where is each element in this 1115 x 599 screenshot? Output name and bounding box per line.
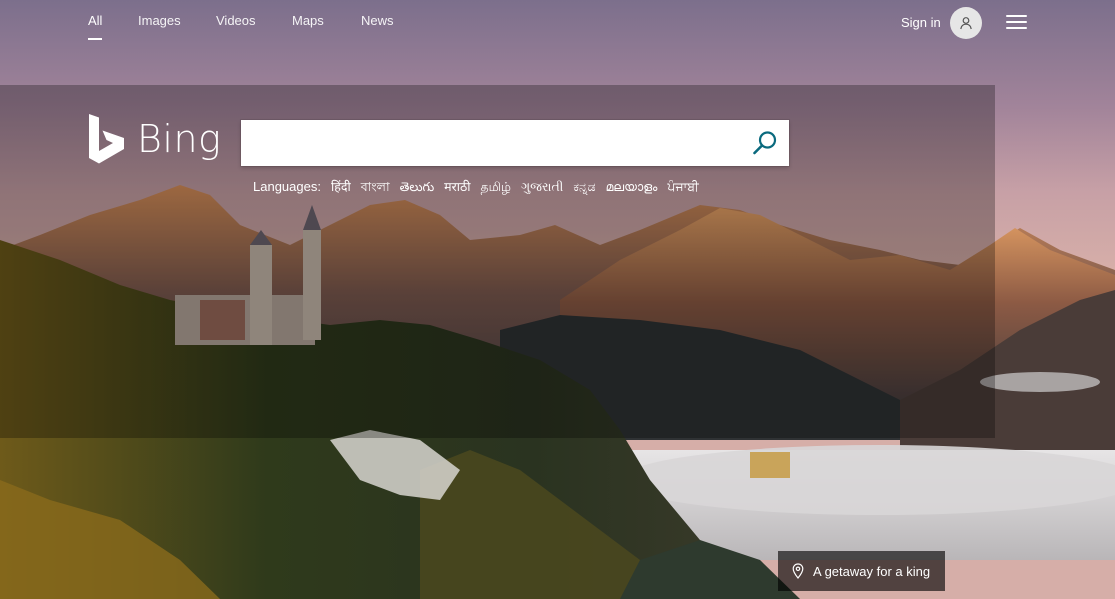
language-link-kannada[interactable]: ಕನ್ನಡ (573, 178, 595, 196)
sign-in-link[interactable]: Sign in (901, 15, 941, 31)
language-link-hindi[interactable]: हिंदी (331, 178, 351, 196)
bing-logo-text: Bing (137, 117, 222, 161)
languages-label: Languages: (253, 179, 321, 194)
top-navigation: All Images Videos Maps News Sign in (0, 0, 1115, 45)
tab-videos[interactable]: Videos (216, 13, 256, 29)
hamburger-menu-icon (1006, 15, 1027, 17)
language-link-malayalam[interactable]: മലയാളം (606, 178, 658, 196)
location-pin-icon (792, 563, 804, 579)
active-tab-indicator (88, 38, 102, 40)
bing-logo[interactable]: Bing (88, 113, 221, 165)
language-link-gujarati[interactable]: ગુજરાતી (521, 178, 563, 196)
language-link-tamil[interactable]: தமிழ் (480, 178, 511, 196)
language-link-marathi[interactable]: मराठी (444, 178, 470, 196)
language-link-telugu[interactable]: తెలుగు (400, 178, 435, 196)
tab-images[interactable]: Images (138, 13, 181, 29)
tab-news[interactable]: News (361, 13, 394, 29)
tab-all[interactable]: All (88, 13, 102, 29)
avatar-button[interactable] (950, 7, 982, 39)
image-caption-button[interactable]: A getaway for a king (778, 551, 945, 591)
languages-bar: Languages: हिंदी বাংলা తెలుగు मराठी தமிழ… (253, 178, 709, 196)
tab-maps[interactable]: Maps (292, 13, 324, 29)
search-input[interactable] (241, 120, 741, 166)
language-link-punjabi[interactable]: ਪੰਜਾਬੀ (667, 178, 698, 196)
caption-text: A getaway for a king (813, 563, 931, 579)
search-box (241, 120, 789, 166)
search-icon (753, 131, 777, 155)
search-button[interactable] (751, 129, 779, 157)
user-icon (960, 17, 972, 30)
hamburger-menu-button[interactable] (1006, 14, 1028, 32)
bing-b-logo-icon (89, 114, 124, 164)
language-link-bangla[interactable]: বাংলা (361, 178, 390, 196)
